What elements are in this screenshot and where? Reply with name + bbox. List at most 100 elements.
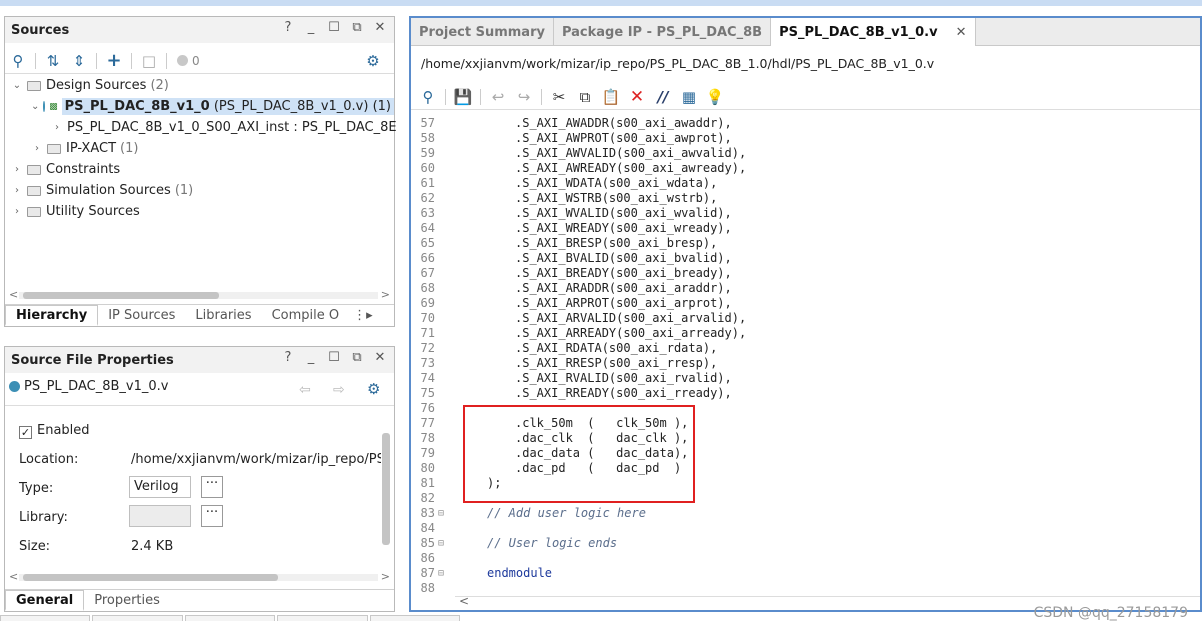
code-line[interactable]: 67 .S_AXI_BREADY(s00_axi_bready), [411,266,1200,281]
stub-tab[interactable] [92,615,183,621]
tree-item-axi-inst[interactable]: › PS_PL_DAC_8B_v1_0_S00_AXI_inst : PS_PL… [5,117,397,138]
close-tab-icon[interactable]: ✕ [956,25,967,40]
code-line[interactable]: 69 .S_AXI_ARPROT(s00_axi_arprot), [411,296,1200,311]
code-line[interactable]: 72 .S_AXI_RDATA(s00_axi_rdata), [411,341,1200,356]
tab-overflow-icon[interactable]: ⋮▸ [353,308,373,323]
type-field[interactable]: Verilog [129,476,191,498]
save-icon[interactable]: 💾 [450,88,476,106]
undo-icon[interactable]: ↩ [485,88,511,106]
tab-general[interactable]: General [5,590,85,611]
scroll-thumb[interactable] [23,574,278,581]
scroll-right-icon[interactable]: > [381,570,390,583]
code-line[interactable]: 61 .S_AXI_WDATA(s00_axi_wdata), [411,176,1200,191]
tab-package-ip[interactable]: Package IP - PS_PL_DAC_8B [554,18,772,46]
code-line[interactable]: 83 ⊟ // Add user logic here [411,506,1200,521]
tree-item-design-sources[interactable]: ⌄ Design Sources (2) [5,75,394,96]
code-line[interactable]: 74 .S_AXI_RVALID(s00_axi_rvalid), [411,371,1200,386]
scroll-left-icon[interactable]: < [9,570,18,583]
horizontal-scrollbar[interactable]: < > [9,570,390,583]
library-browse-button[interactable]: ··· [201,505,223,527]
library-field[interactable] [129,505,191,527]
search-icon[interactable]: ⚲ [5,52,31,70]
chevron-right-icon[interactable]: › [31,143,43,154]
toggle-comment-icon[interactable]: // [650,88,676,106]
collapse-all-icon[interactable]: ⇅ [40,52,66,70]
code-line[interactable]: 85 ⊟ // User logic ends [411,536,1200,551]
scroll-right-icon[interactable]: > [381,288,390,301]
scroll-thumb[interactable] [382,433,390,545]
stub-tab[interactable] [0,615,91,621]
tab-hierarchy[interactable]: Hierarchy [5,305,99,326]
code-line[interactable]: 66 .S_AXI_BVALID(s00_axi_bvalid), [411,251,1200,266]
code-line[interactable]: 73 .S_AXI_RRESP(s00_axi_rresp), [411,356,1200,371]
paste-icon[interactable]: 📋 [598,88,624,106]
stub-tab[interactable] [277,615,368,621]
chevron-right-icon[interactable]: › [11,206,23,217]
stub-tab[interactable] [184,615,276,621]
code-line[interactable]: 64 .S_AXI_WREADY(s00_axi_wready), [411,221,1200,236]
code-line[interactable]: 88 [411,581,1200,596]
scroll-left-icon[interactable]: < [9,288,18,301]
code-line[interactable]: 70 .S_AXI_ARVALID(s00_axi_arvalid), [411,311,1200,326]
scroll-left-icon[interactable]: < [459,594,469,608]
tab-source-file[interactable]: PS_PL_DAC_8B_v1_0.v ✕ [771,18,976,46]
chevron-right-icon[interactable]: › [11,185,23,196]
forward-arrow-icon[interactable]: ⇨ [333,382,345,398]
delete-icon[interactable]: ✕ [624,87,650,107]
fold-icon[interactable]: ⊟ [438,536,448,551]
horizontal-scrollbar[interactable]: < > [9,288,390,301]
code-line[interactable]: 58 .S_AXI_AWPROT(s00_axi_awprot), [411,131,1200,146]
enabled-checkbox[interactable]: ✓ [19,426,32,439]
help-icon[interactable]: ? [280,20,296,35]
file-info-icon[interactable]: □ [136,52,162,70]
fold-icon[interactable]: ⊟ [438,566,448,581]
back-arrow-icon[interactable]: ⇦ [299,382,311,398]
maximize-icon[interactable]: ☐ [326,20,342,35]
settings-gear-icon[interactable]: ⚙ [367,380,380,398]
scroll-thumb[interactable] [23,292,219,299]
add-sources-icon[interactable]: + [101,50,127,71]
close-icon[interactable]: ✕ [372,350,388,365]
code-line[interactable]: 65 .S_AXI_BRESP(s00_axi_bresp), [411,236,1200,251]
code-line[interactable]: 84 [411,521,1200,536]
code-line[interactable]: 60 .S_AXI_AWREADY(s00_axi_awready), [411,161,1200,176]
maximize-icon[interactable]: ☐ [326,350,342,365]
expand-all-icon[interactable]: ⇕ [66,52,92,70]
redo-icon[interactable]: ↪ [511,88,537,106]
tab-libraries[interactable]: Libraries [185,305,261,326]
tree-item-top-module[interactable]: ⌄ ▩ PS_PL_DAC_8B_v1_0 (PS_PL_DAC_8B_v1_0… [5,96,394,117]
chevron-right-icon[interactable]: › [55,122,59,133]
code-line[interactable]: 59 .S_AXI_AWVALID(s00_axi_awvalid), [411,146,1200,161]
code-line[interactable]: 87 ⊟ endmodule [411,566,1200,581]
tree-item-ip-xact[interactable]: › IP-XACT (1) [5,138,394,159]
column-select-icon[interactable]: ▦ [676,88,702,106]
fold-icon[interactable]: ⊟ [438,506,448,521]
code-line[interactable]: 68 .S_AXI_ARADDR(s00_axi_araddr), [411,281,1200,296]
settings-gear-icon[interactable]: ⚙ [360,52,386,70]
code-line[interactable]: 86 [411,551,1200,566]
tree-item-simulation-sources[interactable]: › Simulation Sources (1) [5,180,394,201]
cut-icon[interactable]: ✂ [546,88,572,106]
copy-icon[interactable]: ⧉ [572,88,598,106]
chevron-down-icon[interactable]: ⌄ [11,80,23,91]
tree-item-constraints[interactable]: › Constraints [5,159,394,180]
code-line[interactable]: 57 .S_AXI_AWADDR(s00_axi_awaddr), [411,116,1200,131]
tab-compile-order[interactable]: Compile O [262,305,350,326]
tab-ip-sources[interactable]: IP Sources [98,305,185,326]
type-browse-button[interactable]: ··· [201,476,223,498]
close-icon[interactable]: ✕ [372,20,388,35]
tree-item-utility-sources[interactable]: › Utility Sources [5,201,394,222]
lightbulb-icon[interactable]: 💡 [702,88,728,106]
enabled-row[interactable]: ✓ Enabled [19,423,90,439]
search-icon[interactable]: ⚲ [415,88,441,106]
minimize-icon[interactable]: _ [303,20,319,35]
float-icon[interactable]: ⧉ [349,350,365,365]
code-line[interactable]: 63 .S_AXI_WVALID(s00_axi_wvalid), [411,206,1200,221]
stub-tab[interactable] [369,615,461,621]
float-icon[interactable]: ⧉ [349,20,365,35]
help-icon[interactable]: ? [280,350,296,365]
code-line[interactable]: 62 .S_AXI_WSTRB(s00_axi_wstrb), [411,191,1200,206]
code-area[interactable]: 57 .S_AXI_AWADDR(s00_axi_awaddr), 58 .S_AXI… [411,116,1200,596]
vertical-scrollbar[interactable] [381,423,391,563]
code-line[interactable]: 75 .S_AXI_RREADY(s00_axi_rready), [411,386,1200,401]
